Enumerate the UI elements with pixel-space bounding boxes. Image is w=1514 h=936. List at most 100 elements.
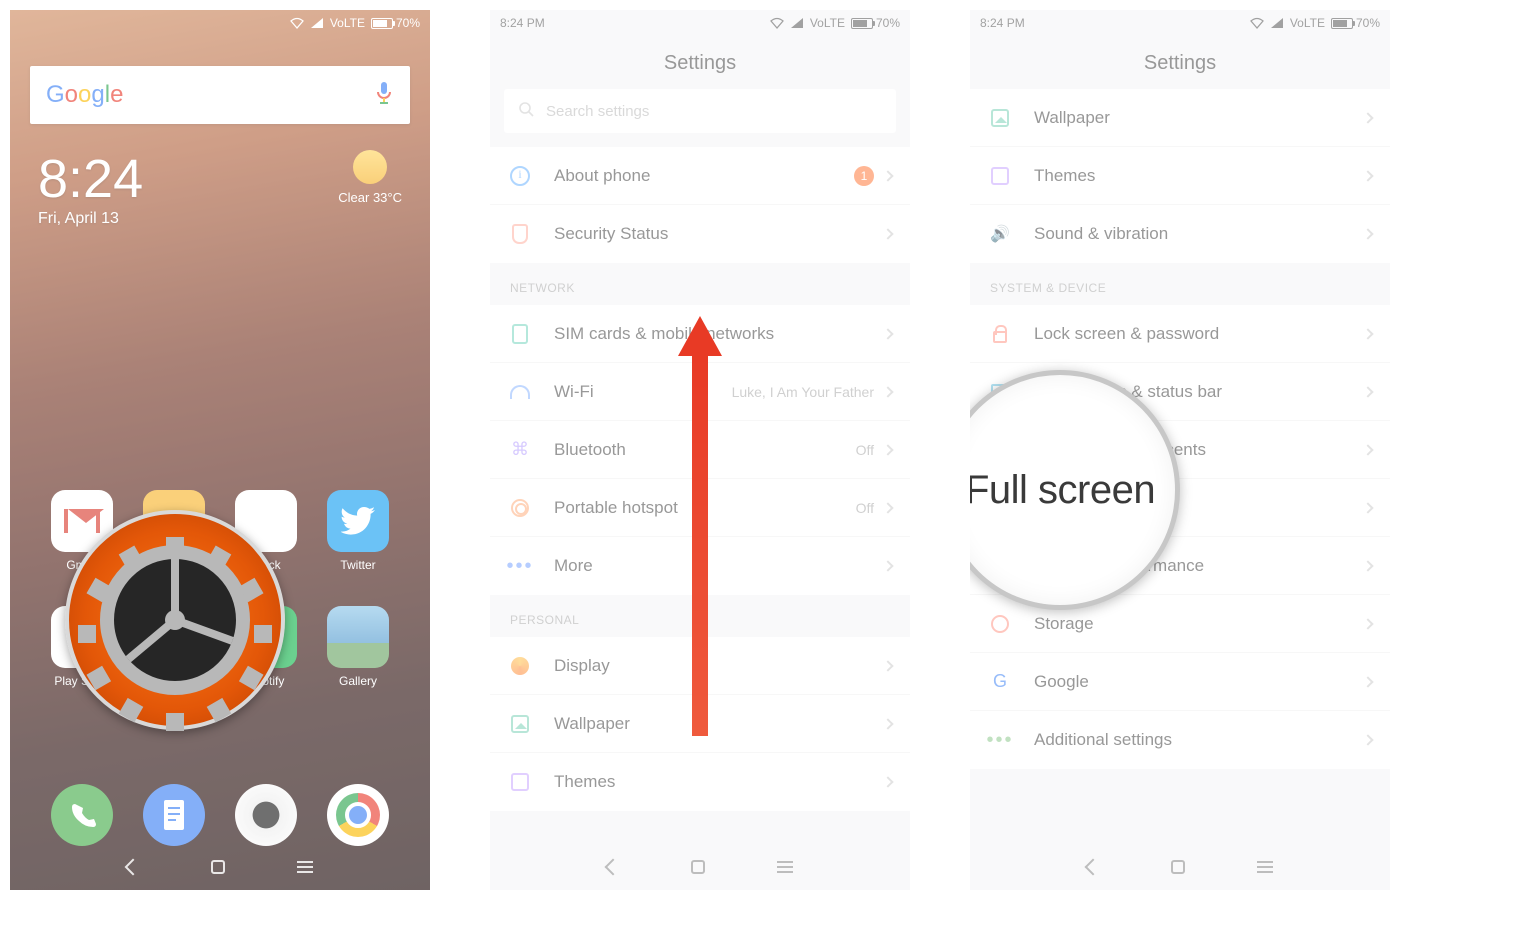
chevron-right-icon [1362,112,1373,123]
signal-icon [790,17,804,29]
nav-back-icon[interactable] [1085,859,1102,876]
row-themes[interactable]: Themes [490,753,910,811]
settings-gear-icon [100,545,250,695]
chevron-right-icon [882,386,893,397]
row-label: About phone [554,166,854,186]
row-value: Off [856,442,874,458]
row-value: Off [856,500,874,516]
chevron-right-icon [1362,386,1373,397]
battery-icon: 70% [371,16,420,30]
weather-widget[interactable]: Clear 33°C [338,150,402,205]
chevron-right-icon [882,502,893,513]
settings-highlight-circle [65,510,285,730]
panel-settings-top: 8:24 PM VoLTE 70% Settings Search settin… [490,10,910,890]
nav-home-icon[interactable] [211,860,225,874]
microphone-icon[interactable] [374,80,394,111]
nav-bar [970,850,1390,884]
row-label: SIM cards & mobile networks [554,324,884,344]
nav-home-icon[interactable] [691,860,705,874]
shield-icon [508,222,532,246]
row-sound[interactable]: 🔊 Sound & vibration [970,205,1390,263]
row-label: Lock screen & password [1034,324,1364,344]
weather-condition: Clear [338,190,369,205]
nav-recent-icon[interactable] [297,861,313,873]
settings-search[interactable]: Search settings [504,89,896,133]
app-twitter[interactable]: Twitter [323,490,393,572]
google-search-widget[interactable]: Google [30,66,410,124]
status-time: 8:24 PM [980,16,1025,30]
settings-title: Settings [970,36,1390,89]
chevron-right-icon [882,660,893,671]
row-themes[interactable]: Themes [970,147,1390,205]
settings-group-network: SIM cards & mobile networks Wi-Fi Luke, … [490,305,910,595]
google-icon: G [988,670,1012,694]
row-label: Sound & vibration [1034,224,1364,244]
gallery-icon [327,606,389,668]
row-label: More [554,556,884,576]
hotspot-icon [508,496,532,520]
weather-text: Clear 33°C [338,190,402,205]
signal-icon [310,17,324,29]
row-about-phone[interactable]: About phone 1 [490,147,910,205]
row-additional-settings[interactable]: ••• Additional settings [970,711,1390,769]
battery-percent: 70% [1356,16,1380,30]
row-label: Google [1034,672,1364,692]
row-lock-screen[interactable]: Lock screen & password [970,305,1390,363]
row-display[interactable]: Display [490,637,910,695]
wifi-icon [508,380,532,404]
settings-group-personal-cont: Wallpaper Themes 🔊 Sound & vibration [970,89,1390,263]
phone-app[interactable] [51,784,113,846]
chevron-right-icon [882,718,893,729]
wifi-icon [290,17,304,29]
row-wallpaper[interactable]: Wallpaper [970,89,1390,147]
battery-percent: 70% [876,16,900,30]
group-header-network: NETWORK [490,263,910,305]
row-bluetooth[interactable]: ⌘ Bluetooth Off [490,421,910,479]
volte-label: VoLTE [330,16,365,30]
nav-back-icon[interactable] [125,859,142,876]
settings-group-about: About phone 1 Security Status [490,147,910,263]
chevron-right-icon [882,560,893,571]
row-label: Portable hotspot [554,498,856,518]
more-icon: ••• [988,728,1012,752]
nav-bar [10,850,430,884]
row-google[interactable]: G Google [970,653,1390,711]
search-icon [518,101,534,121]
status-bar: 8:24 PM VoLTE 70% [490,10,910,36]
docs-app[interactable] [143,784,205,846]
battery-percent: 70% [396,16,420,30]
google-logo: Google [46,81,123,109]
chrome-app[interactable] [327,784,389,846]
nav-recent-icon[interactable] [777,861,793,873]
row-hotspot[interactable]: Portable hotspot Off [490,479,910,537]
row-sim-cards[interactable]: SIM cards & mobile networks [490,305,910,363]
panel-home-screen: VoLTE 70% Google 8:24 Fri, April 13 Clea… [10,10,430,890]
camera-app[interactable] [235,784,297,846]
clock-date: Fri, April 13 [38,210,430,228]
nav-back-icon[interactable] [605,859,622,876]
chevron-right-icon [1362,328,1373,339]
row-wallpaper[interactable]: Wallpaper [490,695,910,753]
row-security-status[interactable]: Security Status [490,205,910,263]
sim-icon [508,322,532,346]
nav-recent-icon[interactable] [1257,861,1273,873]
search-placeholder: Search settings [546,103,649,120]
group-header-personal: PERSONAL [490,595,910,637]
signal-icon [1270,17,1284,29]
row-label: Additional settings [1034,730,1364,750]
row-more[interactable]: ••• More [490,537,910,595]
weather-icon [353,150,387,184]
row-label: Themes [1034,166,1364,186]
nav-home-icon[interactable] [1171,860,1185,874]
chevron-right-icon [1362,734,1373,745]
chevron-right-icon [882,444,893,455]
more-icon: ••• [508,554,532,578]
battery-icon: 70% [1331,16,1380,30]
chevron-right-icon [1362,618,1373,629]
bluetooth-icon: ⌘ [508,438,532,462]
row-label: Wallpaper [1034,108,1364,128]
app-gallery[interactable]: Gallery [323,606,393,688]
chevron-right-icon [1362,676,1373,687]
settings-title: Settings [490,36,910,89]
row-wifi[interactable]: Wi-Fi Luke, I Am Your Father [490,363,910,421]
